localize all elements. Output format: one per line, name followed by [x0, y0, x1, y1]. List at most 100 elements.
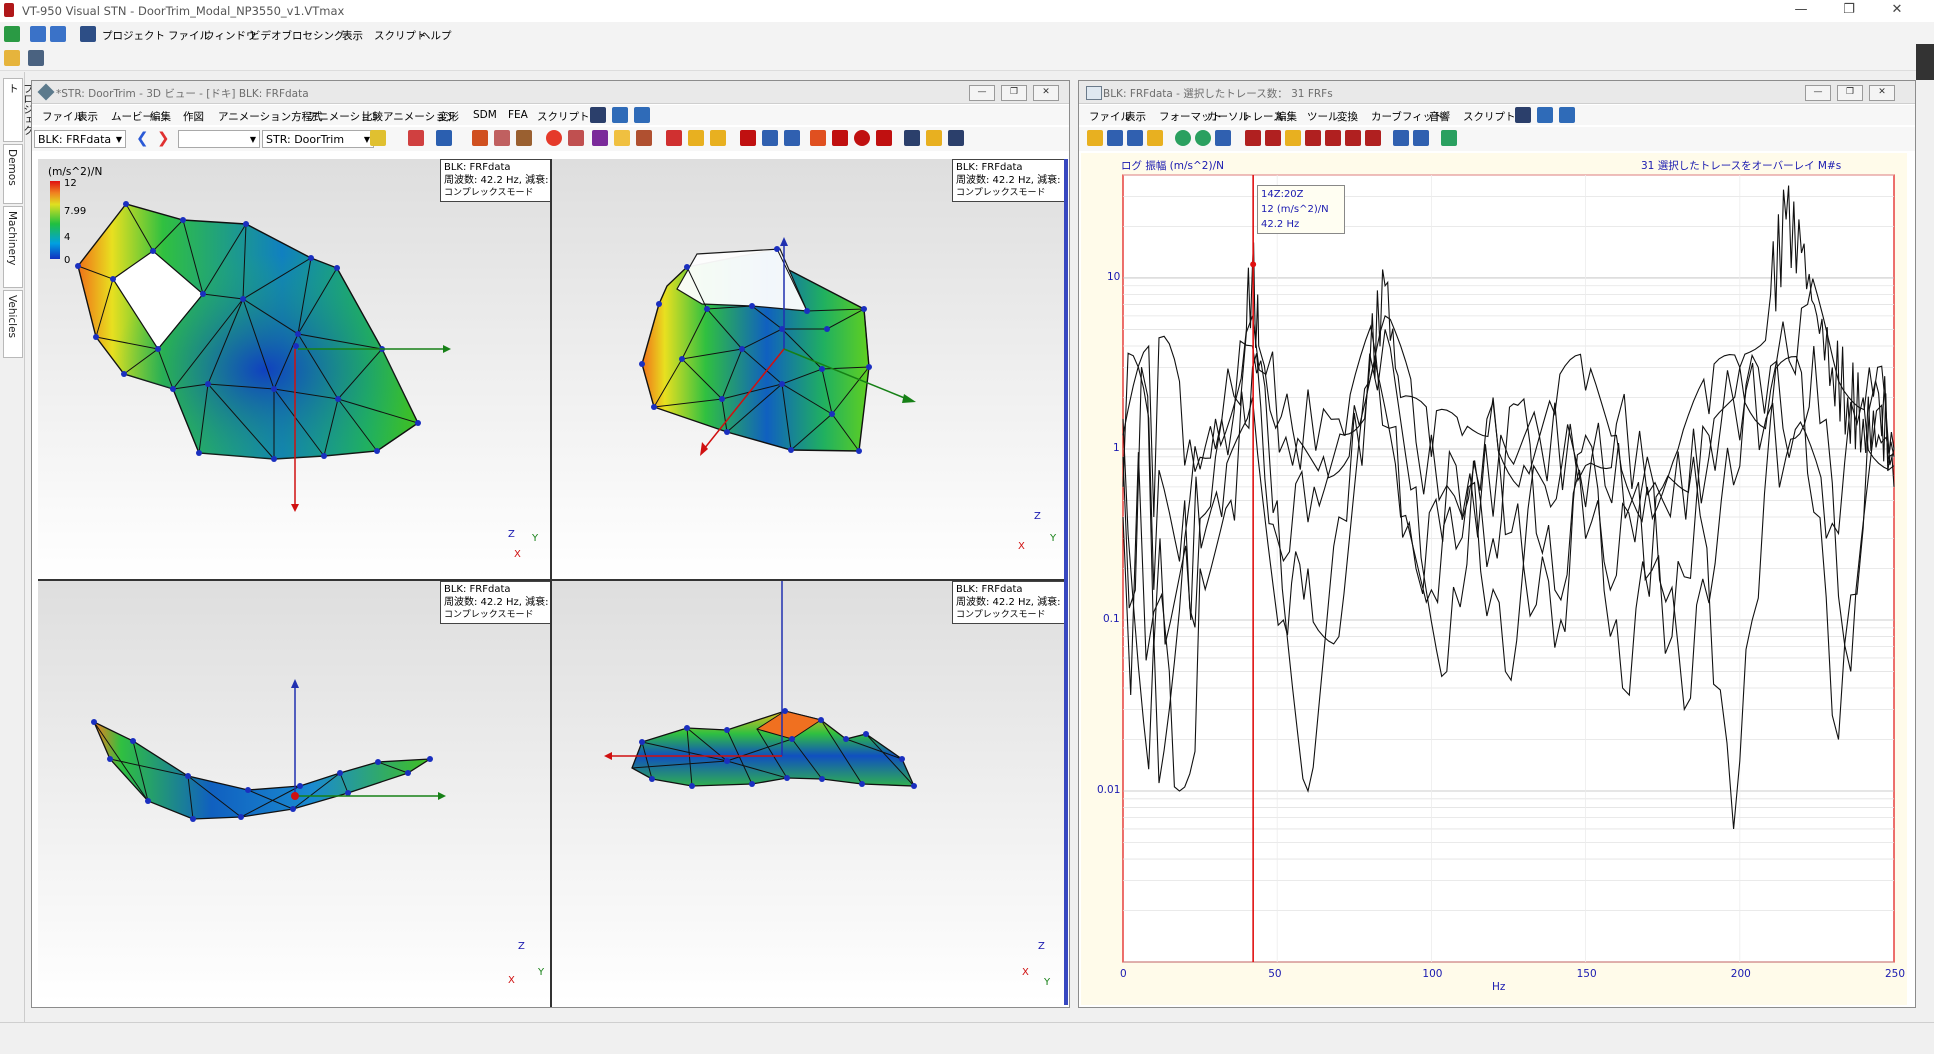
cycle-icon[interactable] [810, 130, 826, 146]
folder-save-icon[interactable] [28, 50, 44, 66]
bar-chart-icon[interactable] [1107, 130, 1123, 146]
close-icon[interactable]: ✕ [1869, 85, 1895, 101]
view-pane-bottom-left[interactable]: BLK: FRFdata周波数: 42.2 Hz, 減衰: 0%コンプレックスモ… [38, 581, 550, 1003]
bar-chart-icon[interactable] [1087, 130, 1103, 146]
stop-icon[interactable] [854, 130, 870, 146]
house-icon[interactable] [472, 130, 488, 146]
menu-help[interactable]: ヘルプ [420, 28, 452, 43]
minimize-icon[interactable]: — [969, 85, 995, 101]
magnitude-icon[interactable] [1285, 130, 1301, 146]
prev-arrow-icon[interactable]: ❮ [136, 130, 149, 146]
layout-icon[interactable] [30, 26, 46, 42]
export-up-icon[interactable] [1393, 130, 1409, 146]
import-down-icon[interactable] [1413, 130, 1429, 146]
record-icon[interactable] [546, 130, 562, 146]
restore-icon[interactable]: ❐ [1837, 85, 1863, 101]
save-icon[interactable] [590, 107, 606, 123]
overlay-icon[interactable] [1147, 130, 1163, 146]
menu-draw[interactable]: 作図 [183, 109, 204, 124]
sphere-icon[interactable] [494, 130, 510, 146]
phase-mag-icon[interactable] [1365, 130, 1381, 146]
nyquist-icon[interactable] [1345, 130, 1361, 146]
contour-icon[interactable] [710, 130, 726, 146]
menu-movie[interactable]: ムービー [111, 109, 153, 124]
spectrum-icon[interactable] [1441, 130, 1457, 146]
vertical-arrows-icon[interactable] [1215, 130, 1231, 146]
menu-project[interactable]: プロジェクト [102, 28, 165, 43]
close-icon[interactable]: ✕ [1874, 0, 1920, 22]
view-pane-top-right[interactable]: BLK: FRFdata周波数: 42.2 Hz, 減衰: 0%コンプレックスモ… [552, 159, 1064, 579]
window-icon[interactable] [612, 107, 628, 123]
phase-icon[interactable] [1305, 130, 1321, 146]
save-icon[interactable] [4, 26, 20, 42]
real-icon[interactable] [1245, 130, 1261, 146]
next-arrow-icon[interactable]: ❯ [157, 130, 170, 146]
restore-icon[interactable]: ❐ [1826, 0, 1872, 22]
down-arrow-icon[interactable] [740, 130, 756, 146]
step-forward-icon[interactable] [876, 130, 892, 146]
menu-fea[interactable]: FEA [508, 109, 528, 121]
pane-scroll-indicator[interactable] [1064, 159, 1068, 1005]
hand-icon[interactable] [516, 130, 532, 146]
menu-edit[interactable]: 編集 [150, 109, 171, 124]
save-icon[interactable] [1515, 107, 1531, 123]
measure-icon[interactable] [636, 130, 652, 146]
window-icon[interactable] [1537, 107, 1553, 123]
menu-script[interactable]: スクリプト [1463, 109, 1516, 124]
monitor-icon[interactable] [80, 26, 96, 42]
bar-chart-icon[interactable] [1127, 130, 1143, 146]
tab-machinery[interactable]: Machinery [3, 206, 23, 288]
curve-icon[interactable] [592, 130, 608, 146]
menu-edit[interactable]: 編集 [1276, 109, 1297, 124]
arrow-tool-icon[interactable] [666, 130, 682, 146]
grid-icon[interactable] [50, 26, 66, 42]
menu-tools[interactable]: ツール [1307, 109, 1339, 124]
chart-tool-icon[interactable] [762, 130, 778, 146]
tab-vehicles[interactable]: Vehicles [3, 290, 23, 358]
menu-window[interactable]: ウィンドウ [204, 28, 257, 43]
view-pane-bottom-right[interactable]: BLK: FRFdata周波数: 42.2 Hz, 減衰: 0%コンプレックスモ… [552, 581, 1064, 1003]
minimize-icon[interactable]: — [1805, 85, 1831, 101]
step-back-icon[interactable] [832, 130, 848, 146]
tab-project[interactable]: プロジェクト [3, 78, 34, 142]
zoom-out-icon[interactable] [1195, 130, 1211, 146]
menu-view[interactable]: 表示 [1125, 109, 1146, 124]
minimize-icon[interactable]: — [1778, 0, 1824, 22]
menu-acoustics[interactable]: 音響 [1429, 109, 1450, 124]
trace-select[interactable]: ▼ [178, 130, 260, 148]
fast-forward-icon[interactable] [948, 130, 964, 146]
structure-select[interactable]: STR: DoorTrim ▼ [262, 130, 374, 148]
menu-script[interactable]: スクリプト [537, 109, 590, 124]
side-scroll-handle[interactable] [1916, 44, 1934, 80]
menu-script[interactable]: スクリプト [374, 28, 427, 43]
menu-animation-equation[interactable]: アニメーション方程式 [218, 109, 323, 124]
open-folder-icon[interactable] [4, 50, 20, 66]
move-icon[interactable] [614, 130, 630, 146]
paint-icon[interactable] [568, 130, 584, 146]
zoom-in-icon[interactable] [1175, 130, 1191, 146]
real-imag-icon[interactable] [1325, 130, 1341, 146]
pointer-icon[interactable] [408, 130, 424, 146]
mesh-icon[interactable] [436, 130, 452, 146]
color-bar-icon[interactable] [688, 130, 704, 146]
back-panel-icon[interactable] [1559, 107, 1575, 123]
restore-icon[interactable]: ❐ [1001, 85, 1027, 101]
view-pane-top-left[interactable]: (m/s^2)/N 12 7.99 4 0 BLK: FRFdata 周波数: 4… [38, 159, 550, 579]
pause-icon[interactable] [926, 130, 942, 146]
tab-demos[interactable]: Demos [3, 144, 23, 204]
x-tick-label: 150 [1576, 968, 1597, 980]
close-icon[interactable]: ✕ [1033, 85, 1059, 101]
back-panel-icon[interactable] [634, 107, 650, 123]
menu-view[interactable]: 表示 [77, 109, 98, 124]
menu-transform[interactable]: 変換 [1337, 109, 1358, 124]
rewind-icon[interactable] [904, 130, 920, 146]
menu-sdm[interactable]: SDM [473, 109, 497, 121]
menu-deform[interactable]: 変形 [438, 109, 459, 124]
menu-view[interactable]: 表示 [342, 28, 363, 43]
imag-icon[interactable] [1265, 130, 1281, 146]
menu-video[interactable]: ビデオブロセシング [250, 28, 345, 43]
block-select[interactable]: BLK: FRFdata ▼ [34, 130, 126, 148]
chart-up-icon[interactable] [784, 130, 800, 146]
grid-mode-icon[interactable] [370, 130, 386, 146]
frf-plot-panel[interactable]: ログ 振幅 (m/s^2)/N 31 選択したトレースをオーバーレイ M#s 1… [1081, 153, 1907, 1005]
